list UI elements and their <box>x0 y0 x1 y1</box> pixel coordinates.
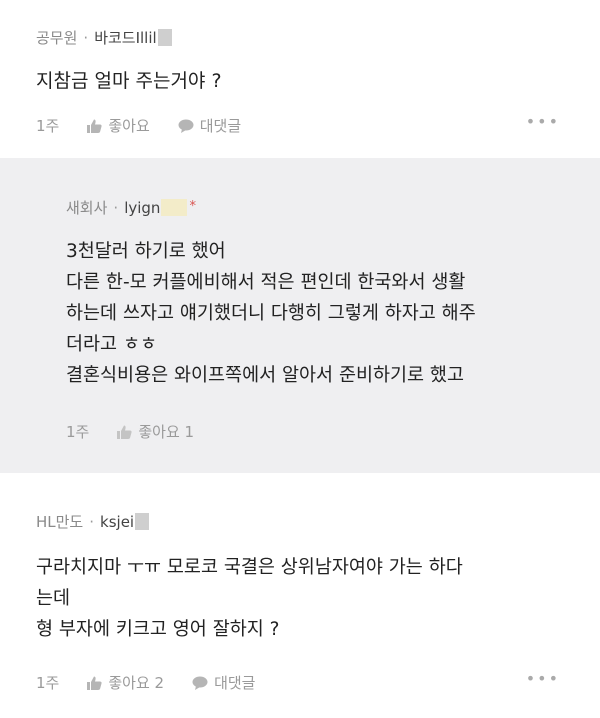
comment-line: 는데 <box>36 588 71 609</box>
comment-meta: 새회사 · lyign * <box>66 199 196 217</box>
timestamp: 1주 <box>36 117 60 135</box>
reply-label: 대댓글 <box>199 117 242 135</box>
comment-line: 다른 한-모 커플에비해서 적은 편인데 한국와서 생활 <box>66 272 466 293</box>
like-label: 좋아요 <box>108 117 150 135</box>
comment-body: 구라치지마 ㅜㅠ 모로코 국결은 상위남자여야 가는 하다 는데 형 부자에 키… <box>36 552 463 645</box>
comment-line: 결혼식비용은 와이프쪽에서 알아서 준비하기로 했고 <box>66 365 464 386</box>
username[interactable]: lyign <box>124 199 160 217</box>
speech-bubble-icon <box>192 676 208 690</box>
comment-actions: 1주 좋아요 2 대댓글 <box>36 672 283 693</box>
speech-bubble-icon <box>178 119 194 133</box>
name-mask <box>135 513 150 530</box>
like-button[interactable]: 좋아요 2 <box>87 672 164 693</box>
username[interactable]: ksjei <box>100 513 134 531</box>
comment-body: 3천달러 하기로 했어 다른 한-모 커플에비해서 적은 편인데 한국와서 생활… <box>66 236 476 391</box>
thumbs-up-icon <box>87 676 102 690</box>
like-label: 좋아요 1 <box>138 423 195 441</box>
comment-actions: 1주 좋아요 대댓글 <box>36 115 269 136</box>
username[interactable]: 바코드Illil <box>94 29 157 47</box>
company-name[interactable]: HL만도 <box>36 513 83 531</box>
comment-body: 지참금 얼마 주는거야 ? <box>36 66 222 97</box>
comment-line: 형 부자에 키크고 영어 잘하지 ? <box>36 619 280 640</box>
comment-line: 구라치지마 ㅜㅠ 모로코 국결은 상위남자여야 가는 하다 <box>36 557 463 578</box>
more-dots-icon[interactable]: ••• <box>526 669 560 688</box>
thumbs-up-icon <box>87 119 102 133</box>
company-name[interactable]: 공무원 <box>36 29 77 47</box>
timestamp: 1주 <box>66 423 90 441</box>
name-mask <box>161 199 188 216</box>
author-star: * <box>189 199 196 214</box>
comment-line: 지참금 얼마 주는거야 ? <box>36 70 222 92</box>
comment-meta: HL만도 · ksjei <box>36 511 150 532</box>
more-dots-icon[interactable]: ••• <box>526 112 560 131</box>
company-name[interactable]: 새회사 <box>66 199 107 217</box>
reply-button[interactable]: 대댓글 <box>192 672 255 693</box>
comment-2: HL만도 · ksjei 구라치지마 ㅜㅠ 모로코 국결은 상위남자여야 가는 하다… <box>0 473 600 718</box>
timestamp: 1주 <box>36 674 60 692</box>
comment-1: 공무원 · 바코드Illil 지참금 얼마 주는거야 ? 1주 좋아요 대댓글 ••… <box>0 0 600 158</box>
reply-button[interactable]: 대댓글 <box>178 115 241 136</box>
like-button[interactable]: 좋아요 <box>87 115 150 136</box>
comment-line: 하는데 쓰자고 얘기했더니 다행히 그렇게 하자고 해주 <box>66 303 476 324</box>
like-button[interactable]: 좋아요 1 <box>117 421 194 442</box>
comment-meta: 공무원 · 바코드Illil <box>36 27 172 48</box>
reply-label: 대댓글 <box>214 674 256 692</box>
comment-line: 3천달러 하기로 했어 <box>66 241 226 262</box>
comment-line: 더라고 ㅎㅎ <box>66 334 157 355</box>
name-mask <box>157 29 172 46</box>
comment-actions: 1주 좋아요 1 <box>66 421 222 442</box>
reply-comment: 새회사 · lyign * 3천달러 하기로 했어 다른 한-모 커플에비해서 적은 … <box>0 158 600 473</box>
thumbs-up-icon <box>117 425 132 439</box>
like-label: 좋아요 2 <box>108 674 165 692</box>
